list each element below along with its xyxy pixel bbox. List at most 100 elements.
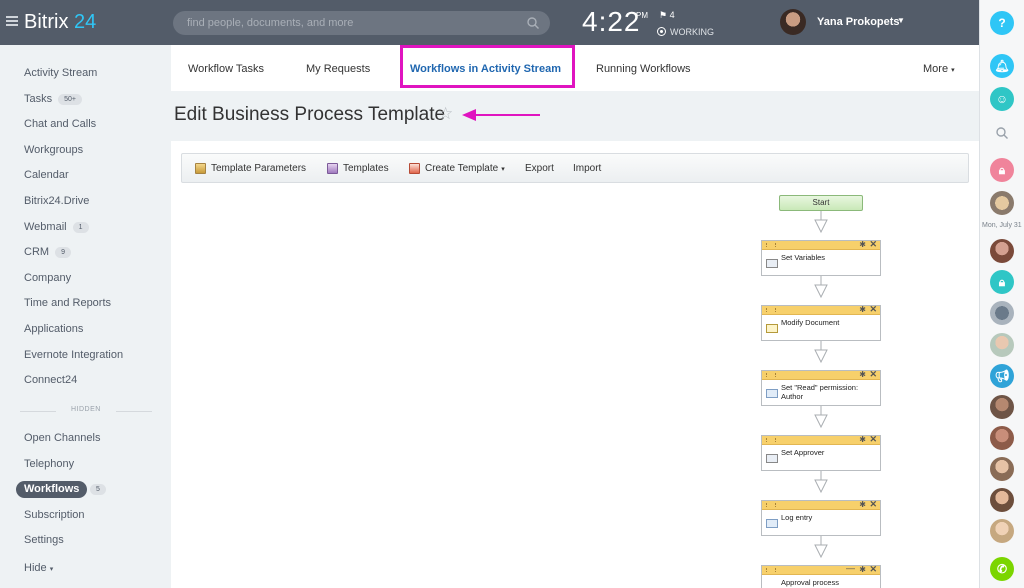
activity-approval-process[interactable]: — ✱ ✕ Approval process — [761, 563, 881, 588]
tab-my-requests[interactable]: My Requests — [306, 63, 370, 75]
gear-icon[interactable]: ✱ — [859, 240, 866, 249]
close-icon[interactable]: ✕ — [869, 239, 877, 250]
sidebar-item-workgroups[interactable]: Workgroups — [24, 144, 83, 156]
sidebar-item-workflows[interactable]: Workflows — [16, 481, 88, 498]
templates-icon — [327, 163, 338, 174]
hamburger-menu-icon[interactable] — [6, 16, 18, 26]
phone-icon[interactable]: ✆ — [990, 557, 1014, 581]
log-icon — [766, 519, 778, 528]
sidebar-item-tasks[interactable]: Tasks 50+ — [24, 93, 82, 105]
template-parameters-button[interactable]: Template Parameters — [195, 163, 306, 174]
drag-handle-icon[interactable] — [766, 503, 776, 507]
bell-icon[interactable]: 🔔︎ — [990, 54, 1014, 78]
sidebar-item-calendar[interactable]: Calendar — [24, 169, 69, 181]
flag-count[interactable]: ⚑ 4 — [659, 10, 675, 21]
close-icon[interactable]: ✕ — [869, 499, 877, 510]
right-sidebar: ? 🔔︎ ☺ 🔒︎ Mon, July 31 🔒︎ 📢︎ ✆ — [979, 0, 1024, 588]
contact-avatar[interactable] — [990, 426, 1014, 450]
tab-workflow-tasks[interactable]: Workflow Tasks — [188, 63, 264, 75]
drag-handle-icon[interactable] — [766, 438, 776, 442]
sidebar-item-open-channels[interactable]: Open Channels — [24, 432, 100, 444]
user-avatar[interactable] — [780, 9, 806, 35]
sidebar-item-hide[interactable]: Hide ▾ — [24, 562, 53, 574]
create-template-button[interactable]: Create Template ▾ — [409, 163, 505, 174]
lock-icon[interactable]: 🔒︎ — [990, 270, 1014, 294]
export-button[interactable]: Export — [525, 163, 554, 174]
contact-avatar[interactable] — [990, 488, 1014, 512]
contact-avatar[interactable] — [990, 301, 1014, 325]
sidebar-item-webmail[interactable]: Webmail 1 — [24, 221, 89, 233]
gear-icon[interactable]: ✱ — [859, 565, 866, 574]
lock-icon[interactable]: 🔒︎ — [990, 158, 1014, 182]
chat-icon[interactable]: ☺ — [990, 87, 1014, 111]
activity-set-approver[interactable]: ✱ ✕ Set Approver — [761, 434, 881, 471]
contact-avatar[interactable] — [990, 395, 1014, 419]
search-input[interactable]: find people, documents, and more — [173, 11, 550, 35]
drag-handle-icon[interactable] — [766, 568, 776, 572]
gear-icon[interactable]: ✱ — [859, 305, 866, 314]
contact-avatar[interactable] — [990, 239, 1014, 263]
flow-start-node[interactable]: Start — [779, 195, 863, 211]
user-name[interactable]: Yana Prokopets — [817, 16, 900, 28]
close-icon[interactable]: ✕ — [869, 434, 877, 445]
close-icon[interactable]: ✕ — [869, 369, 877, 380]
date-label: Mon, July 31 — [982, 222, 1022, 229]
contact-avatar[interactable] — [990, 457, 1014, 481]
arrow-annotation-icon — [462, 109, 540, 121]
chevron-down-icon[interactable]: ▼ — [897, 16, 905, 25]
help-button[interactable]: ? — [990, 11, 1014, 35]
collapse-icon[interactable]: — — [846, 563, 855, 573]
sidebar-item-activity-stream[interactable]: Activity Stream — [24, 67, 97, 79]
sidebar-item-crm[interactable]: CRM 9 — [24, 246, 71, 258]
clock[interactable]: 4:22 — [582, 6, 641, 38]
gear-icon[interactable]: ✱ — [859, 500, 866, 509]
gear-icon[interactable]: ✱ — [859, 435, 866, 444]
hidden-separator: HIDDEN — [20, 406, 152, 416]
tab-more[interactable]: More ▾ — [923, 63, 955, 75]
contact-avatar[interactable] — [990, 191, 1014, 215]
sidebar-item-drive[interactable]: Bitrix24.Drive — [24, 195, 89, 207]
close-icon[interactable]: ✕ — [869, 564, 877, 575]
logo[interactable]: Bitrix 24 — [24, 11, 96, 34]
contact-avatar[interactable] — [990, 519, 1014, 543]
sidebar-item-subscription[interactable]: Subscription — [24, 509, 85, 521]
drag-handle-icon[interactable] — [766, 373, 776, 377]
sidebar-item-chat[interactable]: Chat and Calls — [24, 118, 96, 130]
templates-button[interactable]: Templates — [327, 163, 389, 174]
gear-icon[interactable]: ✱ — [859, 370, 866, 379]
sidebar-item-connect24[interactable]: Connect24 — [24, 374, 77, 386]
activity-log-entry[interactable]: ✱ ✕ Log entry — [761, 499, 881, 536]
chevron-down-icon: ▾ — [49, 566, 54, 573]
edit-document-icon — [766, 324, 778, 333]
drag-handle-icon[interactable] — [766, 308, 776, 312]
sidebar-item-evernote[interactable]: Evernote Integration — [24, 349, 123, 361]
sidebar-item-settings[interactable]: Settings — [24, 534, 64, 546]
import-button[interactable]: Import — [573, 163, 601, 174]
search-icon[interactable] — [526, 16, 540, 30]
activity-modify-document[interactable]: ✱ ✕ Modify Document — [761, 304, 881, 341]
work-status[interactable]: WORKING — [657, 27, 714, 37]
search-icon[interactable] — [990, 121, 1014, 145]
sidebar-item-telephony[interactable]: Telephony — [24, 458, 74, 470]
star-icon[interactable]: ☆ — [438, 104, 453, 124]
tabs-bar: Workflow Tasks My Requests Workflows in … — [171, 45, 979, 91]
counter-badge: 9 — [55, 247, 71, 258]
left-sidebar: Activity Stream Tasks 50+ Chat and Calls … — [0, 45, 171, 588]
designer-toolbar: Template Parameters Templates Create Tem… — [181, 153, 969, 183]
activity-set-read-permission[interactable]: ✱ ✕ Set "Read" permission: Author — [761, 369, 881, 406]
close-icon[interactable]: ✕ — [869, 304, 877, 315]
drag-handle-icon[interactable] — [766, 243, 776, 247]
search-placeholder: find people, documents, and more — [187, 17, 354, 29]
chevron-down-icon: ▾ — [951, 67, 955, 74]
sidebar-item-company[interactable]: Company — [24, 272, 71, 284]
sidebar-item-time-reports[interactable]: Time and Reports — [24, 297, 111, 309]
counter-badge: 1 — [72, 222, 89, 233]
contact-avatar[interactable] — [990, 333, 1014, 357]
activity-set-variables[interactable]: ✱ ✕ Set Variables — [761, 239, 881, 276]
sidebar-item-applications[interactable]: Applications — [24, 323, 83, 335]
chevron-down-icon: ▾ — [501, 165, 505, 173]
tab-running-workflows[interactable]: Running Workflows — [596, 63, 691, 75]
parameters-icon — [195, 163, 206, 174]
megaphone-icon[interactable]: 📢︎ — [990, 364, 1014, 388]
variables-icon — [766, 454, 778, 463]
